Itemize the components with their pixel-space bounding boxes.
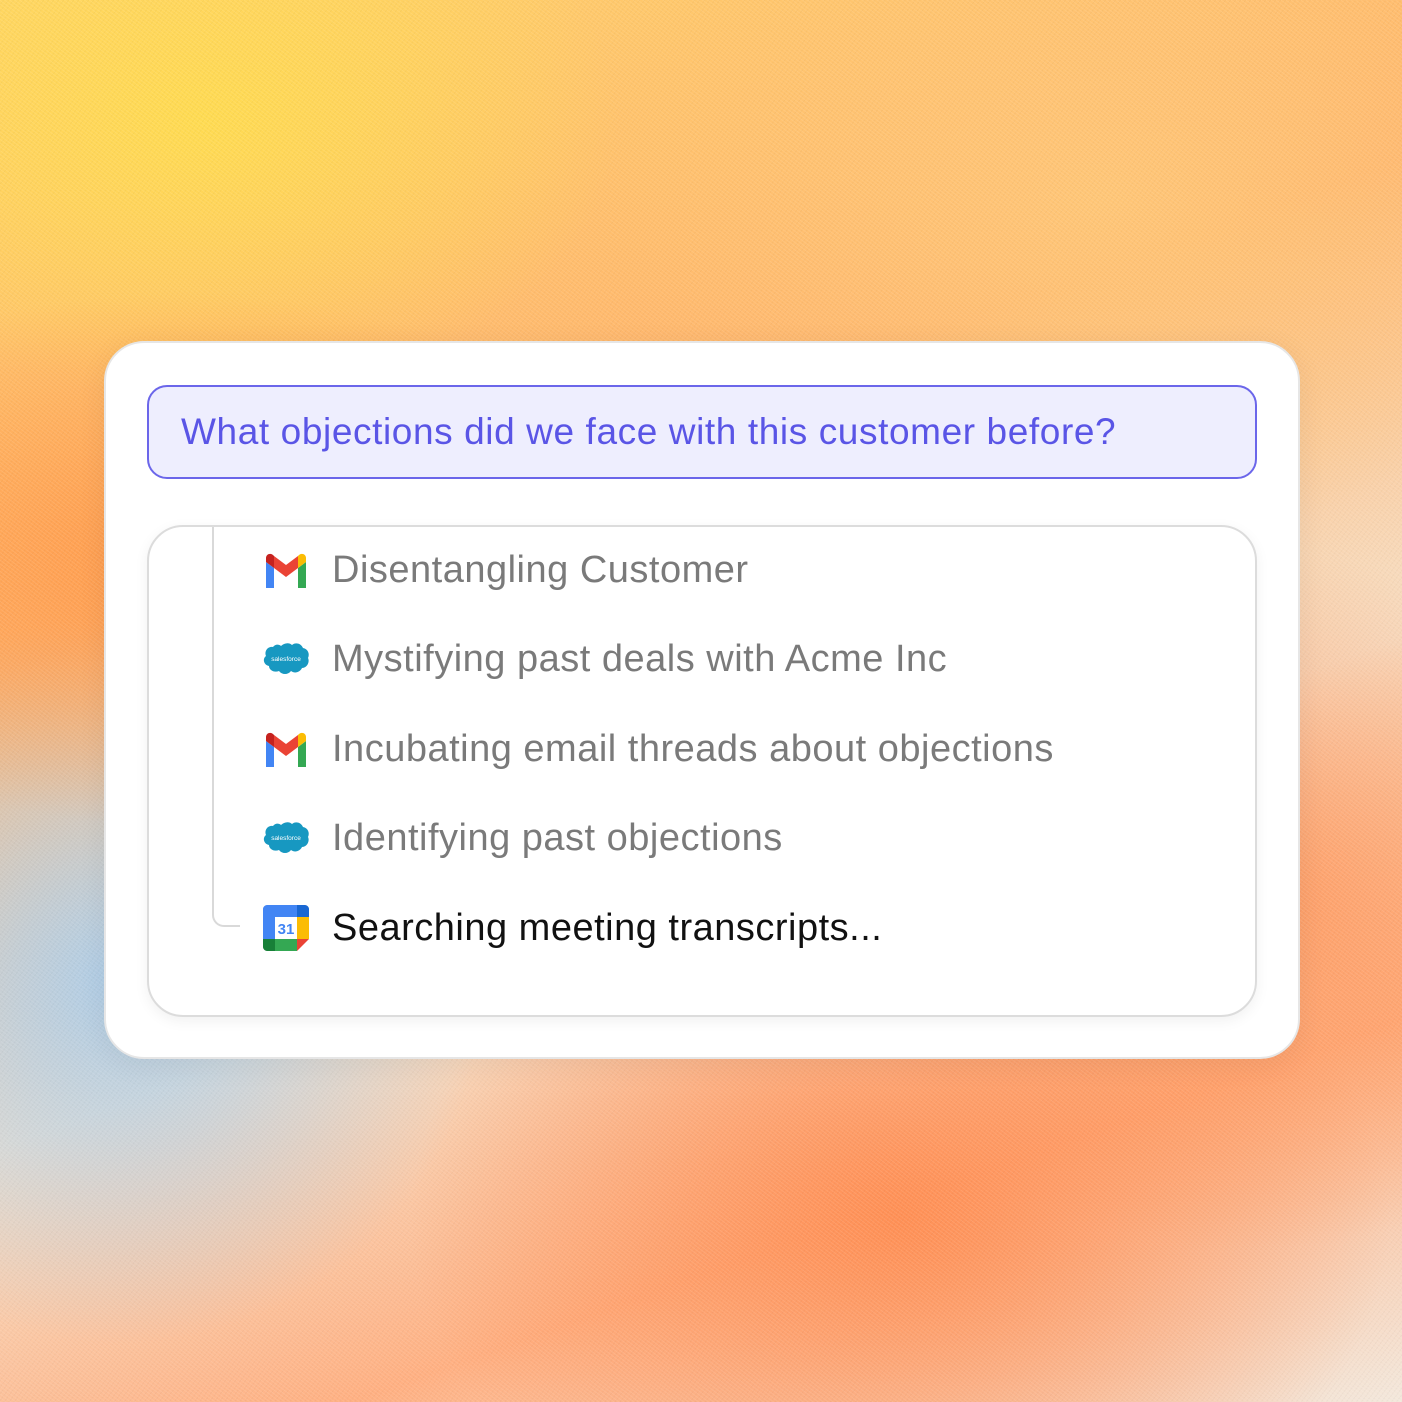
step-label: Identifying past objections (332, 816, 783, 859)
step-item-active: 31 Searching meeting transcripts... (262, 903, 882, 953)
step-item: Disentangling Customer (262, 545, 749, 595)
step-label: Disentangling Customer (332, 548, 749, 591)
gmail-icon (262, 546, 310, 594)
step-item: salesforce Identifying past objections (262, 813, 783, 863)
gmail-icon (262, 725, 310, 773)
query-bubble: What objections did we face with this cu… (147, 385, 1257, 479)
salesforce-logo-text: salesforce (271, 656, 301, 663)
step-label: Searching meeting transcripts... (332, 906, 883, 949)
step-label: Mystifying past deals with Acme Inc (332, 637, 948, 680)
salesforce-icon: salesforce (262, 635, 310, 683)
step-item: salesforce Mystifying past deals with Ac… (262, 634, 947, 684)
google-calendar-icon: 31 (262, 904, 310, 952)
tree-connector-line (212, 527, 240, 927)
salesforce-logo-text: salesforce (271, 835, 301, 842)
calendar-day-text: 31 (278, 921, 295, 938)
step-label: Incubating email threads about objection… (332, 727, 1054, 770)
salesforce-icon: salesforce (262, 814, 310, 862)
query-text: What objections did we face with this cu… (181, 411, 1117, 452)
step-item: Incubating email threads about objection… (262, 724, 1054, 774)
